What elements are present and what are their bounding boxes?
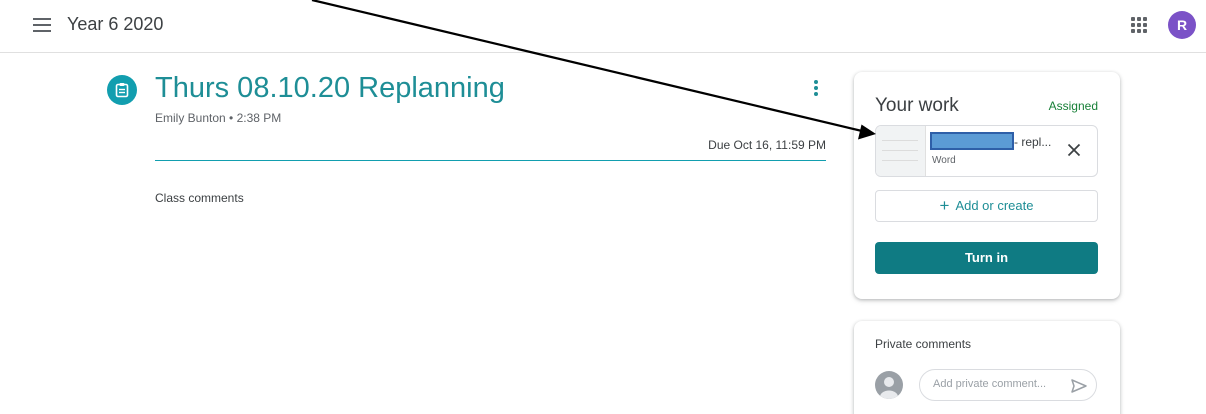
main-menu-icon[interactable] [33, 18, 51, 32]
attachment-type: Word [932, 155, 956, 166]
private-comments-card: Private comments [854, 321, 1120, 414]
work-status-badge: Assigned [1048, 99, 1098, 113]
assignment-icon [107, 75, 137, 105]
plus-icon: + [939, 196, 950, 215]
class-title[interactable]: Year 6 2020 [67, 14, 163, 35]
redacted-filename [930, 132, 1014, 150]
private-comment-field[interactable] [919, 369, 1097, 401]
add-or-create-label: Add or create [955, 198, 1034, 213]
account-avatar[interactable]: R [1168, 11, 1196, 39]
google-apps-icon[interactable] [1131, 17, 1147, 33]
attachment-item[interactable]: - repl... Word [875, 125, 1098, 177]
turn-in-button[interactable]: Turn in [875, 242, 1098, 274]
header-divider [155, 160, 826, 161]
your-work-card: Your work Assigned - repl... Word + Add o… [854, 72, 1120, 299]
private-comment-input[interactable] [933, 378, 1063, 390]
private-comments-title: Private comments [875, 337, 972, 351]
assignment-meta: Emily Bunton • 2:38 PM [155, 111, 282, 125]
more-options-icon[interactable] [812, 80, 820, 100]
attachment-thumbnail [876, 126, 926, 176]
remove-attachment-icon[interactable] [1065, 141, 1083, 159]
your-work-title: Your work [875, 95, 959, 116]
add-or-create-button[interactable]: + Add or create [875, 190, 1098, 222]
class-comments-label: Class comments [155, 191, 244, 205]
user-avatar [875, 371, 903, 399]
send-icon[interactable] [1070, 377, 1088, 395]
due-date: Due Oct 16, 11:59 PM [708, 138, 826, 152]
assignment-title: Thurs 08.10.20 Replanning [155, 72, 505, 104]
attachment-name: - repl... [1014, 135, 1052, 149]
top-bar: Year 6 2020 R [0, 0, 1206, 53]
